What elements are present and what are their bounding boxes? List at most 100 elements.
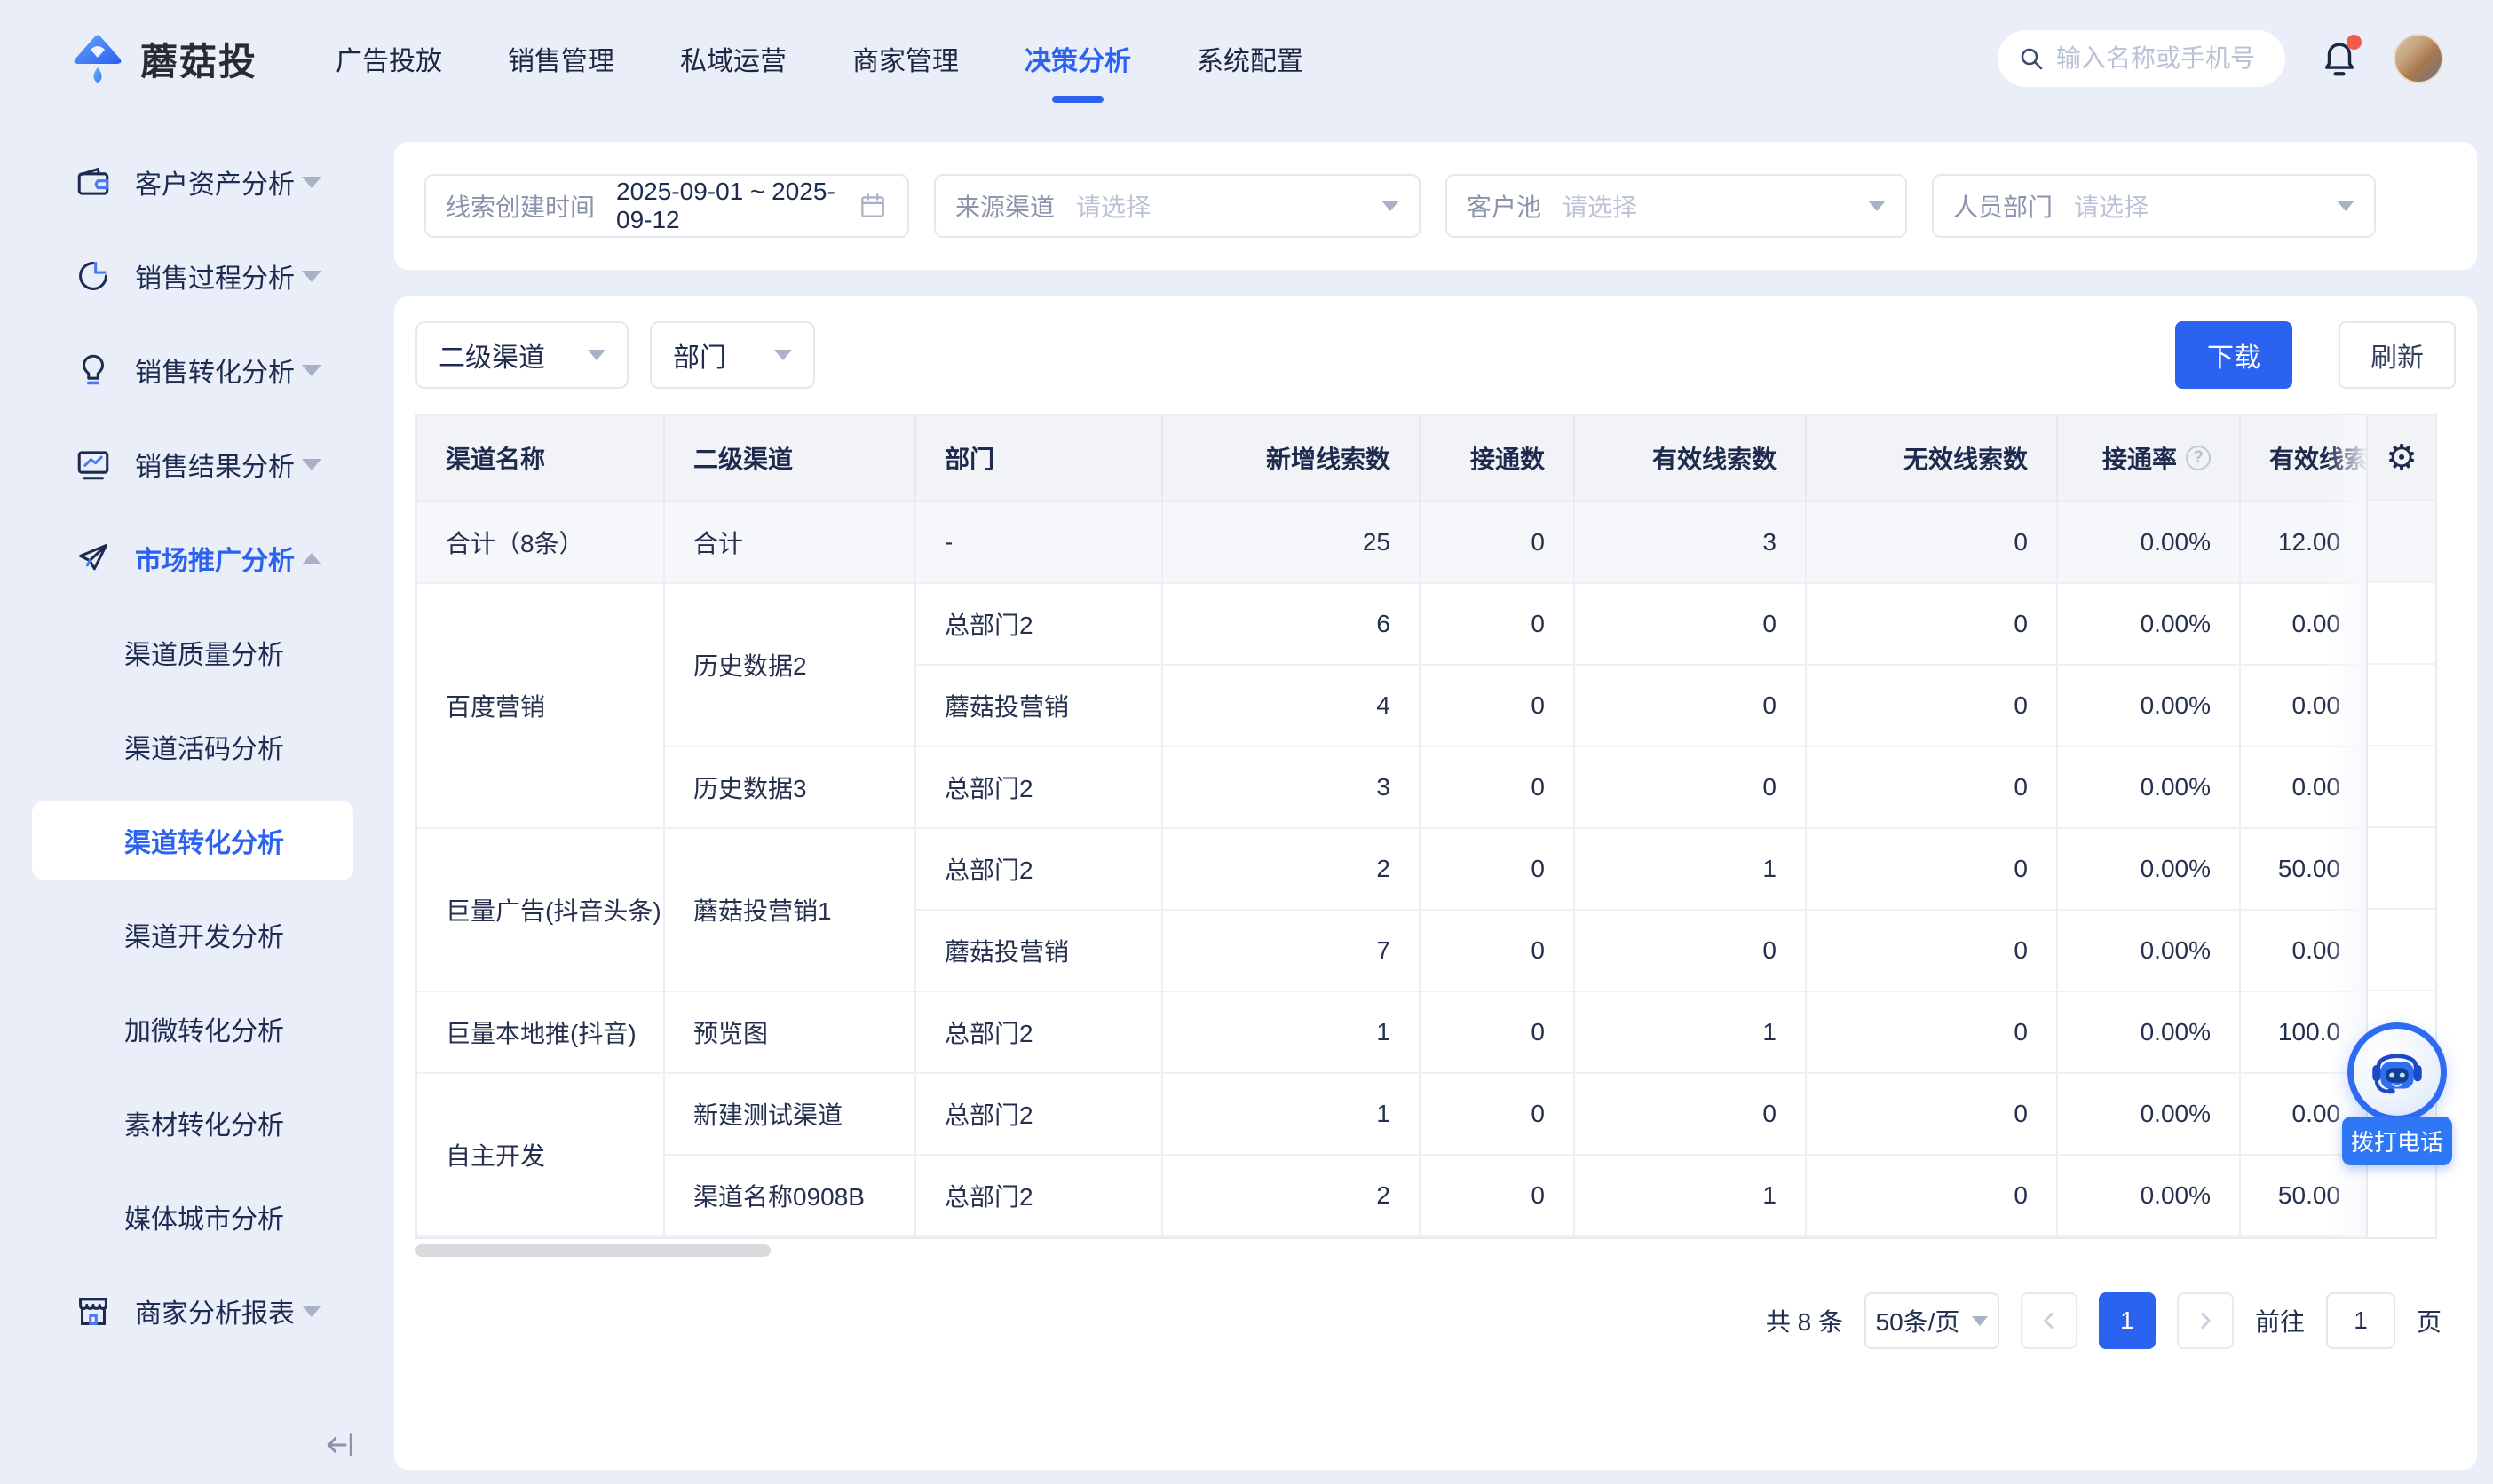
col-invalid-leads: 无效线索数	[1806, 415, 2057, 501]
cell-channel: 百度营销	[417, 583, 664, 828]
cell-channel: 巨量广告(抖音头条)	[417, 828, 664, 991]
secondary-channel-select[interactable]: 二级渠道	[416, 321, 629, 389]
prev-page-button[interactable]	[2021, 1292, 2078, 1349]
cell: 总部门2	[915, 1073, 1162, 1155]
sidebar-group-customer-assets[interactable]: 客户资产分析	[0, 135, 389, 229]
cell: 0	[1806, 501, 2057, 583]
cell: 0	[1806, 665, 2057, 746]
page-unit-label: 页	[2417, 1303, 2442, 1338]
col-dept: 部门	[915, 415, 1162, 501]
help-icon[interactable]: ?	[2186, 446, 2211, 470]
wallet-icon	[75, 163, 112, 201]
cell: 0	[1420, 746, 1574, 828]
chevron-up-icon	[302, 553, 321, 564]
sidebar-item-label: 加微转化分析	[124, 1009, 284, 1048]
sidebar-item-channel-conversion[interactable]: 渠道转化分析	[0, 793, 389, 888]
source-channel-filter[interactable]: 来源渠道 请选择	[934, 174, 1421, 238]
personnel-dept-filter[interactable]: 人员部门 请选择	[1932, 174, 2376, 238]
global-search[interactable]	[1998, 30, 2285, 87]
cell: 0	[1420, 665, 1574, 746]
chevron-down-icon	[774, 350, 792, 360]
topnav-system-config[interactable]: 系统配置	[1197, 39, 1303, 78]
secondary-channel-select-label: 二级渠道	[439, 335, 545, 375]
sidebar-item-label: 渠道活码分析	[124, 727, 284, 766]
cell: 0	[1420, 501, 1574, 583]
col-valid-lead-rate: 有效线索	[2240, 415, 2370, 501]
sidebar-item-channel-development[interactable]: 渠道开发分析	[0, 888, 389, 982]
horizontal-scrollbar-thumb[interactable]	[416, 1244, 771, 1257]
search-input[interactable]	[2056, 44, 2269, 73]
sidebar-item-media-city[interactable]: 媒体城市分析	[0, 1170, 389, 1264]
user-avatar[interactable]	[2394, 34, 2443, 83]
cell: 合计（8条）	[417, 501, 664, 583]
page-size-select[interactable]: 50条/页	[1864, 1292, 1999, 1349]
topnav-decision-analysis[interactable]: 决策分析	[1025, 39, 1131, 78]
cell: 7	[1162, 910, 1420, 991]
dept-filter-label: 人员部门	[1953, 188, 2053, 224]
next-page-button[interactable]	[2177, 1292, 2234, 1349]
table-row: 巨量广告(抖音头条) 蘑菇投营销1 总部门2 2 0 1 0 0.00% 50.…	[417, 828, 2370, 910]
sidebar-item-wechat-conversion[interactable]: 加微转化分析	[0, 982, 389, 1076]
col-secondary-channel: 二级渠道	[664, 415, 915, 501]
call-assistant-button[interactable]: 拨打电话	[2342, 1022, 2452, 1165]
page-size-label: 50条/页	[1876, 1303, 1960, 1338]
sidebar-collapse-icon[interactable]	[323, 1427, 359, 1463]
cell: 0	[1806, 1155, 2057, 1236]
sidebar-group-sales-process[interactable]: 销售过程分析	[0, 229, 389, 323]
goto-page-input[interactable]	[2326, 1292, 2395, 1349]
sidebar-group-market-promotion[interactable]: 市场推广分析	[0, 511, 389, 605]
topnav-sales-management[interactable]: 销售管理	[508, 39, 614, 78]
brand-logo: 蘑菇投	[69, 30, 257, 87]
col-connect-rate-label: 接通率	[2102, 440, 2177, 476]
sidebar-group-sales-results[interactable]: 销售结果分析	[0, 417, 389, 511]
mushroom-logo-icon	[69, 30, 126, 87]
brand-name: 蘑菇投	[140, 32, 257, 86]
col-connected: 接通数	[1420, 415, 1574, 501]
chevron-down-icon	[302, 1306, 321, 1317]
sidebar-group-label: 商家分析报表	[135, 1291, 295, 1330]
cell: 50.00	[2240, 1155, 2370, 1236]
sidebar-item-channel-livecode[interactable]: 渠道活码分析	[0, 699, 389, 793]
date-range-filter[interactable]: 线索创建时间 2025-09-01 ~ 2025-09-12	[424, 174, 909, 238]
cell: 0	[1420, 910, 1574, 991]
sidebar-group-label: 销售结果分析	[135, 445, 295, 484]
cell: 0.00%	[2057, 501, 2240, 583]
cell: 总部门2	[915, 746, 1162, 828]
notifications-button[interactable]	[2319, 38, 2360, 79]
date-filter-label: 线索创建时间	[446, 188, 595, 224]
topnav-ad-delivery[interactable]: 广告投放	[336, 39, 442, 78]
cell: 3	[1162, 746, 1420, 828]
pool-filter-placeholder: 请选择	[1563, 188, 1637, 224]
sidebar-item-label: 素材转化分析	[124, 1103, 284, 1142]
sidebar-group-label: 销售过程分析	[135, 257, 295, 296]
customer-pool-filter[interactable]: 客户池 请选择	[1445, 174, 1907, 238]
cell-sub: 历史数据3	[664, 746, 915, 828]
column-settings-icon[interactable]: ⚙	[2368, 415, 2435, 501]
page-number-active[interactable]: 1	[2099, 1292, 2156, 1349]
sidebar-item-channel-quality[interactable]: 渠道质量分析	[0, 605, 389, 699]
table-toolbar: 二级渠道 部门 下载 刷新	[416, 321, 2456, 389]
source-filter-placeholder: 请选择	[1076, 188, 1151, 224]
calendar-icon	[858, 191, 888, 221]
sidebar-item-material-conversion[interactable]: 素材转化分析	[0, 1076, 389, 1170]
cell: 0	[1806, 828, 2057, 910]
topnav-private-domain[interactable]: 私域运营	[680, 39, 787, 78]
table-card: 二级渠道 部门 下载 刷新 渠道名称 二级渠道	[394, 296, 2477, 1470]
download-button[interactable]: 下载	[2175, 321, 2292, 389]
sidebar-group-merchant-reports[interactable]: 商家分析报表	[0, 1264, 389, 1358]
cell: 2	[1162, 828, 1420, 910]
cell: 0.00%	[2057, 746, 2240, 828]
pagination-total: 共 8 条	[1766, 1303, 1843, 1338]
table-row: 百度营销 历史数据2 总部门2 6 0 0 0 0.00% 0.00	[417, 583, 2370, 665]
dept-select[interactable]: 部门	[650, 321, 815, 389]
cell: 0	[1806, 1073, 2057, 1155]
cell: -	[915, 501, 1162, 583]
topnav-merchant-management[interactable]: 商家管理	[852, 39, 959, 78]
table-row: 渠道名称0908B 总部门2 2 0 1 0 0.00% 50.00	[417, 1155, 2370, 1236]
sidebar-group-sales-conversion[interactable]: 销售转化分析	[0, 323, 389, 417]
refresh-button[interactable]: 刷新	[2339, 321, 2456, 389]
cell: 合计	[664, 501, 915, 583]
top-navigation: 广告投放 销售管理 私域运营 商家管理 决策分析 系统配置	[336, 39, 1303, 78]
cell: 0.00%	[2057, 583, 2240, 665]
cell: 0.00	[2240, 583, 2370, 665]
